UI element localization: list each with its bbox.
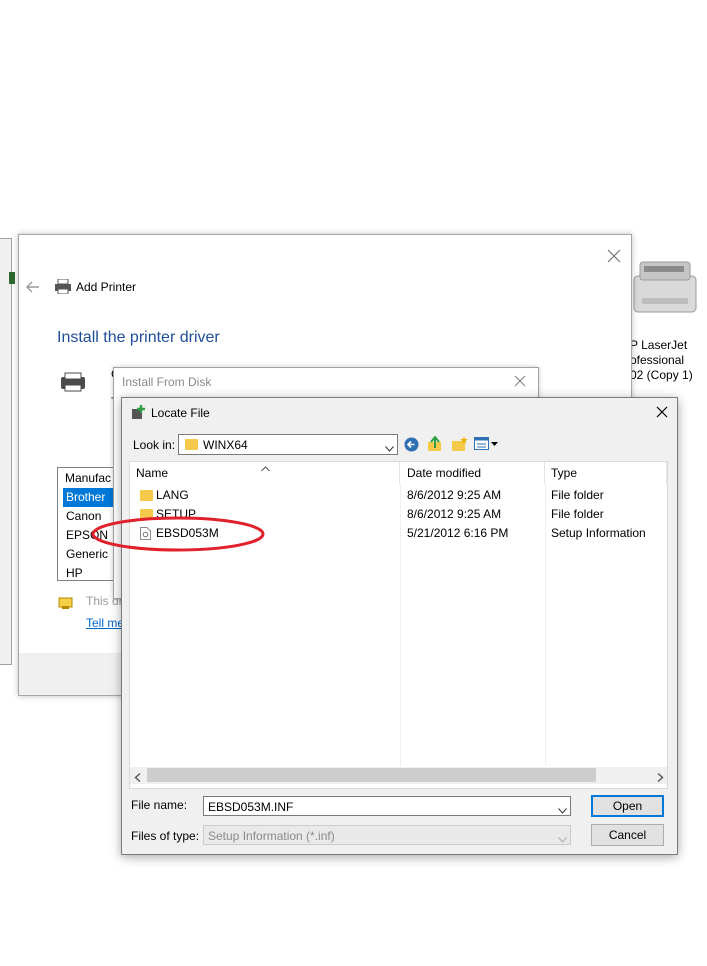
files-of-type-label: Files of type: <box>131 829 200 843</box>
column-header-name[interactable]: Name <box>130 462 400 484</box>
column-header-type[interactable]: Type <box>546 462 667 484</box>
open-button[interactable]: Open <box>591 795 664 817</box>
column-date-label: Date modified <box>407 466 482 480</box>
annotation-ellipse <box>90 515 266 553</box>
chevron-down-icon <box>558 832 567 843</box>
table-row[interactable]: LANG 8/6/2012 9:25 AM File folder <box>130 486 667 505</box>
scroll-right-icon[interactable] <box>656 771 664 783</box>
scrollbar-thumb[interactable] <box>147 768 596 782</box>
list-item[interactable]: HP <box>58 564 118 580</box>
tell-me-link[interactable]: Tell me <box>86 616 124 630</box>
background-window-icon <box>9 272 15 284</box>
manufacturer-header: Manufac <box>65 471 112 485</box>
up-folder-icon[interactable] <box>427 435 443 452</box>
notice-icon <box>58 597 73 610</box>
folder-icon <box>140 490 153 501</box>
horizontal-scrollbar[interactable] <box>130 767 667 784</box>
new-folder-icon[interactable] <box>451 436 468 452</box>
printer-label-line2: ofessional <box>630 353 685 367</box>
file-name-label: File name: <box>131 798 188 812</box>
file-date: 8/6/2012 9:25 AM <box>407 488 502 502</box>
printer-image <box>632 258 698 320</box>
look-in-label: Look in: <box>133 438 176 452</box>
file-name-input[interactable]: EBSD053M.INF <box>203 796 571 816</box>
file-name-value: EBSD053M.INF <box>208 800 294 814</box>
file-date: 8/6/2012 9:25 AM <box>407 507 502 521</box>
printer-label-line3: 02 (Copy 1) <box>630 368 693 382</box>
background-window <box>0 238 12 665</box>
printer-label-line1: P LaserJet <box>630 338 688 352</box>
look-in-value: WINX64 <box>203 438 248 452</box>
chevron-down-icon[interactable] <box>385 441 394 452</box>
close-icon[interactable] <box>607 249 621 263</box>
look-in-dropdown[interactable]: WINX64 <box>178 434 398 455</box>
files-of-type-dropdown[interactable]: Setup Information (*.inf) <box>203 825 571 845</box>
close-icon[interactable] <box>514 375 526 387</box>
printer-icon <box>55 278 71 295</box>
cancel-button[interactable]: Cancel <box>591 824 664 846</box>
column-type-label: Type <box>551 466 578 480</box>
scroll-left-icon[interactable] <box>134 771 142 783</box>
locate-file-dialog: Locate File Look in: WINX64 Name Date mo… <box>121 397 678 855</box>
driver-printer-icon <box>59 371 87 393</box>
printer-label: P LaserJet ofessional 02 (Copy 1) <box>630 338 693 383</box>
back-icon[interactable] <box>404 437 419 452</box>
view-menu-icon[interactable] <box>474 437 500 451</box>
file-type: File folder <box>551 488 604 502</box>
column-name-label: Name <box>136 466 169 480</box>
window-icon <box>131 405 147 420</box>
chevron-down-icon[interactable] <box>558 803 567 814</box>
back-arrow-icon[interactable] <box>25 280 41 294</box>
install-from-disk-title: Install From Disk <box>122 375 212 389</box>
file-list[interactable]: Name Date modified Type LANG 8/6/2012 9:… <box>129 461 668 789</box>
list-item[interactable]: Brother <box>63 488 118 507</box>
folder-icon <box>185 439 198 450</box>
file-name: LANG <box>156 488 189 502</box>
page-heading: Install the printer driver <box>57 329 220 346</box>
files-of-type-value: Setup Information (*.inf) <box>208 829 335 843</box>
file-type: Setup Information <box>551 526 646 540</box>
file-type: File folder <box>551 507 604 521</box>
locate-file-title: Locate File <box>151 406 210 420</box>
close-icon[interactable] <box>656 406 668 418</box>
dialog-title: Add Printer <box>76 280 137 294</box>
column-header-date[interactable]: Date modified <box>401 462 545 484</box>
file-date: 5/21/2012 6:16 PM <box>407 526 509 540</box>
